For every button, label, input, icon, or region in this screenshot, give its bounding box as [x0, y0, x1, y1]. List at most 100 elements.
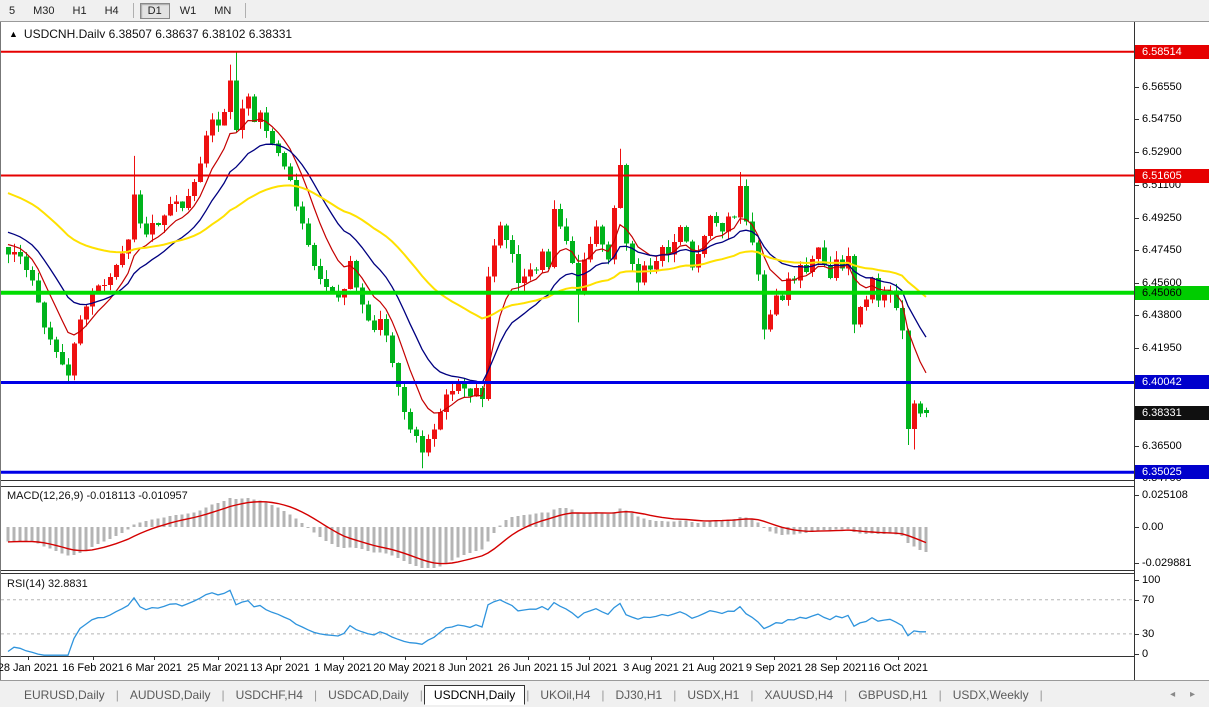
tab-separator: | — [938, 687, 942, 702]
pane-divider[interactable] — [1, 570, 1134, 571]
rsi-label: RSI(14) 32.8831 — [7, 578, 88, 590]
tick-mark — [1135, 563, 1139, 564]
time-tick-mark — [154, 657, 155, 660]
time-axis-label: 6 Mar 2021 — [126, 662, 182, 674]
axis-tick-label: 30 — [1135, 627, 1154, 641]
timeframe-button-5[interactable]: 5 — [1, 3, 23, 19]
tick-mark — [1135, 633, 1139, 635]
tick-mark — [1135, 599, 1139, 601]
time-tick-mark — [466, 657, 467, 660]
tab-separator: | — [526, 687, 530, 702]
axis-tick-label: 6.43800 — [1135, 308, 1182, 322]
time-tick-mark — [774, 657, 775, 660]
tick-mark — [1135, 86, 1139, 88]
toolbar-separator — [132, 3, 134, 18]
time-axis-label: 15 Jul 2021 — [560, 662, 618, 674]
price-scale[interactable]: 6.583506.565506.547506.529006.511006.492… — [1135, 22, 1209, 680]
tick-mark — [1135, 217, 1139, 219]
time-tick-mark — [836, 657, 837, 660]
chart-tab-usdcnh[interactable]: USDCNH,Daily — [423, 684, 526, 705]
tick-mark — [1135, 580, 1139, 581]
axis-tick-label: 6.47450 — [1135, 243, 1182, 257]
time-tick-mark — [528, 657, 529, 660]
tick-mark — [1135, 315, 1139, 317]
timeframe-toolbar: 5 M30 H1 H4 D1 W1 MN — [0, 0, 1209, 22]
time-tick-mark — [405, 657, 406, 660]
chart-tab-usdchf[interactable]: USDCHF,H4 — [226, 685, 313, 705]
tab-separator: | — [601, 687, 605, 702]
timeframe-button-m30[interactable]: M30 — [25, 3, 62, 19]
chart-tab-ukoil[interactable]: UKOil,H4 — [530, 685, 600, 705]
tick-mark — [1135, 184, 1139, 186]
chart-tab-audusd[interactable]: AUDUSD,Daily — [120, 685, 221, 705]
axis-tick-label: 6.52900 — [1135, 145, 1182, 159]
price-level-tag: 6.40042 — [1135, 375, 1209, 390]
toolbar-separator — [245, 3, 247, 18]
axis-tick-label: 6.56550 — [1135, 80, 1182, 94]
chart-tab-bar: EURUSD,Daily | AUDUSD,Daily | USDCHF,H4 | USDC… — [0, 680, 1209, 707]
tab-separator: | — [844, 687, 848, 702]
tab-separator: | — [1039, 687, 1043, 702]
chart-tab-usdcad[interactable]: USDCAD,Daily — [318, 685, 419, 705]
time-scale[interactable]: 28 Jan 2021 16 Feb 2021 6 Mar 2021 25 Mar 2… — [0, 657, 1134, 680]
time-axis-label: 16 Feb 2021 — [62, 662, 124, 674]
chart-tab-dj30[interactable]: DJ30,H1 — [606, 685, 673, 705]
time-axis-label: 28 Sep 2021 — [804, 662, 868, 674]
axis-tick-label: 6.54750 — [1135, 112, 1182, 126]
chart-tab-usdx[interactable]: USDX,Weekly — [943, 685, 1039, 705]
time-axis-label: 3 Aug 2021 — [623, 662, 679, 674]
timeframe-button-w1[interactable]: W1 — [172, 3, 205, 19]
time-tick-mark — [343, 657, 344, 660]
tab-separator: | — [419, 687, 423, 702]
time-tick-mark — [28, 657, 29, 660]
time-axis-label: 8 Jun 2021 — [438, 662, 494, 674]
price-level-tag: 6.35025 — [1135, 465, 1209, 480]
tab-separator: | — [673, 687, 677, 702]
axis-tick-label: 0 — [1135, 647, 1148, 661]
axis-tick-label: 6.41950 — [1135, 341, 1182, 355]
timeframe-button-h4[interactable]: H4 — [97, 3, 127, 19]
chart-tab-eurusd[interactable]: EURUSD,Daily — [14, 685, 115, 705]
tick-mark — [1135, 283, 1139, 284]
macd-label: MACD(12,26,9) -0.018113 -0.010957 — [7, 490, 188, 502]
chart-tab-xauusd[interactable]: XAUUSD,H4 — [754, 685, 843, 705]
tick-mark — [1135, 527, 1139, 528]
timeframe-button-h1[interactable]: H1 — [65, 3, 95, 19]
timeframe-button-mn[interactable]: MN — [206, 3, 239, 19]
tick-mark — [1135, 445, 1139, 447]
tick-mark — [1135, 348, 1139, 350]
chart-window: ▲ USDCNH,Daily 6.38507 6.38637 6.38102 6… — [0, 22, 1209, 680]
rsi-canvas[interactable] — [1, 574, 1134, 656]
time-axis-label: 1 May 2021 — [314, 662, 372, 674]
time-tick-mark — [651, 657, 652, 660]
axis-tick-label: 0.00 — [1135, 520, 1163, 534]
tick-mark — [1135, 495, 1139, 497]
price-chart-canvas[interactable] — [1, 38, 1134, 480]
tick-mark — [1135, 249, 1139, 251]
time-axis-label: 21 Aug 2021 — [682, 662, 744, 674]
timeframe-button-d1[interactable]: D1 — [139, 2, 170, 19]
time-axis-label: 20 May 2021 — [373, 662, 437, 674]
time-tick-mark — [713, 657, 714, 660]
time-axis-label: 13 Apr 2021 — [250, 662, 310, 674]
time-tick-mark — [898, 657, 899, 660]
price-level-tag: 6.51605 — [1135, 168, 1209, 183]
time-axis-label: 16 Oct 2021 — [868, 662, 928, 674]
tab-scroll-arrows[interactable]: ◂ ▸ — [1170, 689, 1201, 700]
tab-separator: | — [750, 687, 754, 702]
time-tick-mark — [93, 657, 94, 660]
price-level-tag: 6.58514 — [1135, 44, 1209, 59]
axis-tick-label: -0.029881 — [1135, 556, 1192, 570]
chart-tab-usdx[interactable]: USDX,H1 — [677, 685, 749, 705]
tick-mark — [1135, 654, 1139, 655]
time-tick-mark — [280, 657, 281, 660]
axis-tick-label: 100 — [1135, 573, 1160, 587]
time-axis-label: 28 Jan 2021 — [0, 662, 59, 674]
time-tick-mark — [218, 657, 219, 660]
time-axis-label: 25 Mar 2021 — [187, 662, 249, 674]
pane-divider[interactable] — [1, 480, 1134, 481]
time-tick-mark — [589, 657, 590, 660]
chart-tab-gbpusd[interactable]: GBPUSD,H1 — [848, 685, 937, 705]
tab-separator: | — [115, 687, 119, 702]
time-axis-label: 9 Sep 2021 — [745, 662, 803, 674]
